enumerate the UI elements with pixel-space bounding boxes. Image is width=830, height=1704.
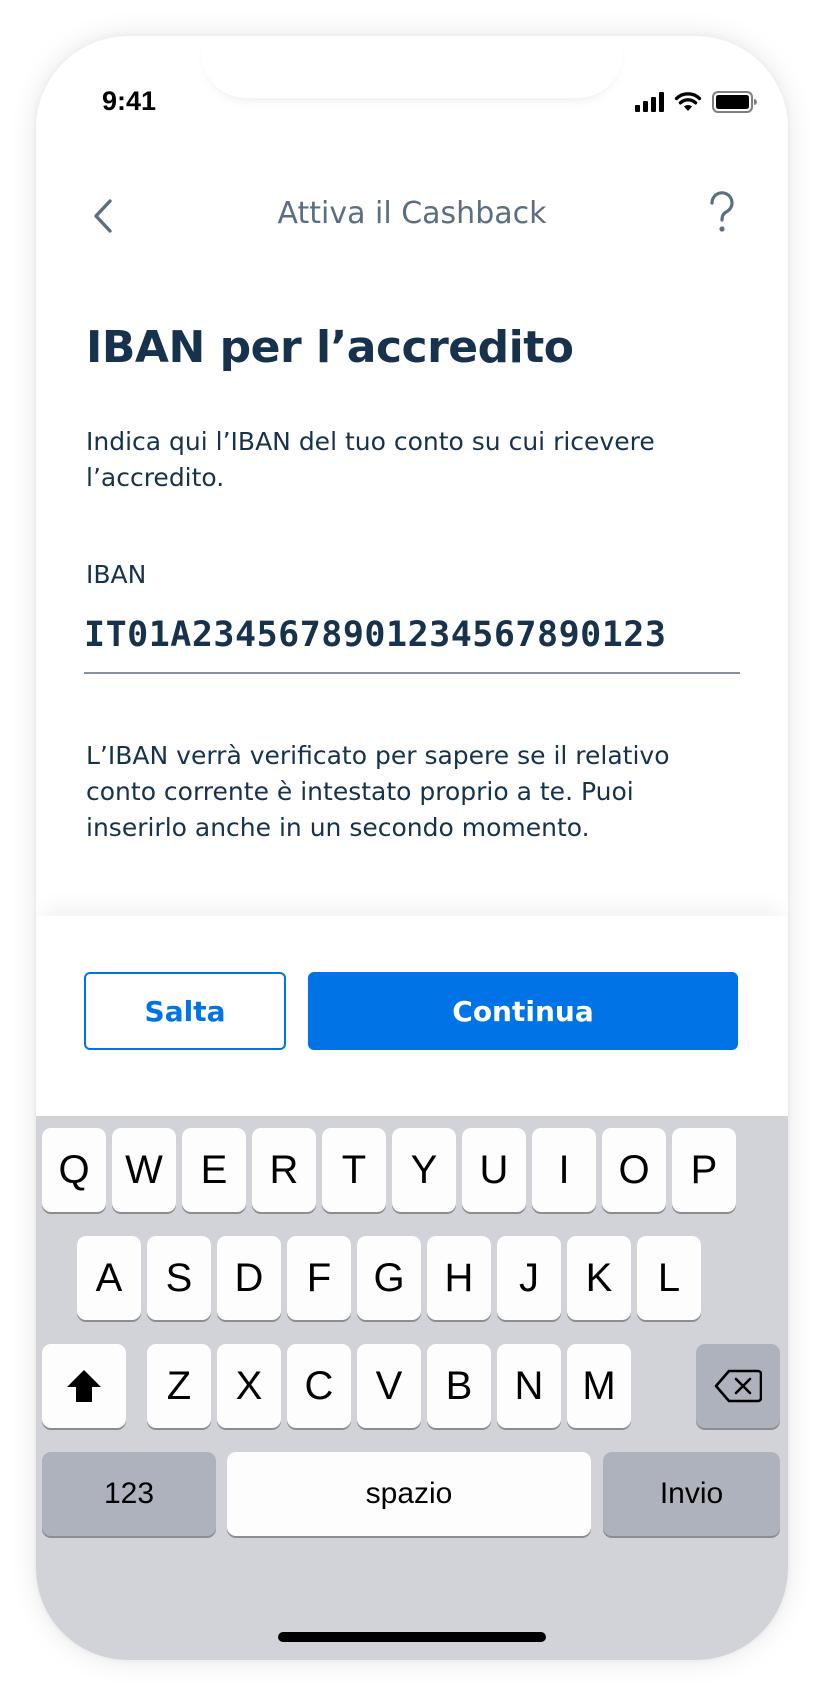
iban-note: L’IBAN verrà verificato per sapere se il…	[86, 741, 670, 842]
key-i[interactable]: I	[532, 1128, 596, 1212]
iban-label: IBAN	[86, 560, 147, 589]
return-key[interactable]: Invio	[603, 1452, 780, 1536]
key-t[interactable]: T	[322, 1128, 386, 1212]
key-z[interactable]: Z	[147, 1344, 211, 1428]
key-r[interactable]: R	[252, 1128, 316, 1212]
key-v[interactable]: V	[357, 1344, 421, 1428]
nav-title: Attiva il Cashback	[277, 196, 547, 231]
continue-button[interactable]: Continua	[308, 972, 738, 1050]
key-h[interactable]: H	[427, 1236, 491, 1320]
key-s[interactable]: S	[147, 1236, 211, 1320]
backspace-icon	[714, 1369, 762, 1403]
help-icon	[710, 191, 734, 232]
key-c[interactable]: C	[287, 1344, 351, 1428]
key-b[interactable]: B	[427, 1344, 491, 1428]
notch	[202, 36, 622, 98]
key-l[interactable]: L	[637, 1236, 701, 1320]
shift-icon	[67, 1370, 101, 1402]
key-f[interactable]: F	[287, 1236, 351, 1320]
key-x[interactable]: X	[217, 1344, 281, 1428]
key-j[interactable]: J	[497, 1236, 561, 1320]
status-icons	[635, 88, 758, 116]
page-title: IBAN per l’accredito	[86, 322, 574, 373]
battery-icon	[712, 91, 757, 113]
key-a[interactable]: A	[77, 1236, 141, 1320]
wifi-icon	[674, 92, 702, 111]
shift-key[interactable]	[42, 1344, 126, 1428]
cellular-signal-icon	[635, 92, 664, 112]
key-e[interactable]: E	[182, 1128, 246, 1212]
status-time: 9:41	[102, 86, 157, 116]
keyboard: Q W E R T Y U I O P A S D F G H J K L Z …	[36, 1116, 788, 1660]
key-u[interactable]: U	[462, 1128, 526, 1212]
intro-text: Indica qui l’IBAN del tuo conto su cui r…	[86, 427, 655, 492]
key-g[interactable]: G	[357, 1236, 421, 1320]
footer-actions: Salta Continua	[36, 916, 788, 1116]
key-d[interactable]: D	[217, 1236, 281, 1320]
iban-input[interactable]: IT01A234567890123456789012З	[84, 608, 740, 674]
key-m[interactable]: M	[567, 1344, 631, 1428]
iban-value: IT01A234567890123456789012З	[84, 615, 667, 655]
skip-button[interactable]: Salta	[84, 972, 286, 1050]
key-n[interactable]: N	[497, 1344, 561, 1428]
space-key[interactable]: spazio	[227, 1452, 591, 1536]
phone-screen: 9:41 Attiva il Cashback IBAN per l’accre…	[36, 36, 788, 1660]
home-indicator	[278, 1632, 546, 1642]
help-button[interactable]	[702, 190, 742, 236]
delete-key[interactable]	[696, 1344, 780, 1428]
numbers-key[interactable]: 123	[42, 1452, 216, 1536]
nav-header: Attiva il Cashback	[36, 186, 788, 246]
key-p[interactable]: P	[672, 1128, 736, 1212]
key-k[interactable]: K	[567, 1236, 631, 1320]
key-w[interactable]: W	[112, 1128, 176, 1212]
key-o[interactable]: O	[602, 1128, 666, 1212]
key-q[interactable]: Q	[42, 1128, 106, 1212]
key-y[interactable]: Y	[392, 1128, 456, 1212]
